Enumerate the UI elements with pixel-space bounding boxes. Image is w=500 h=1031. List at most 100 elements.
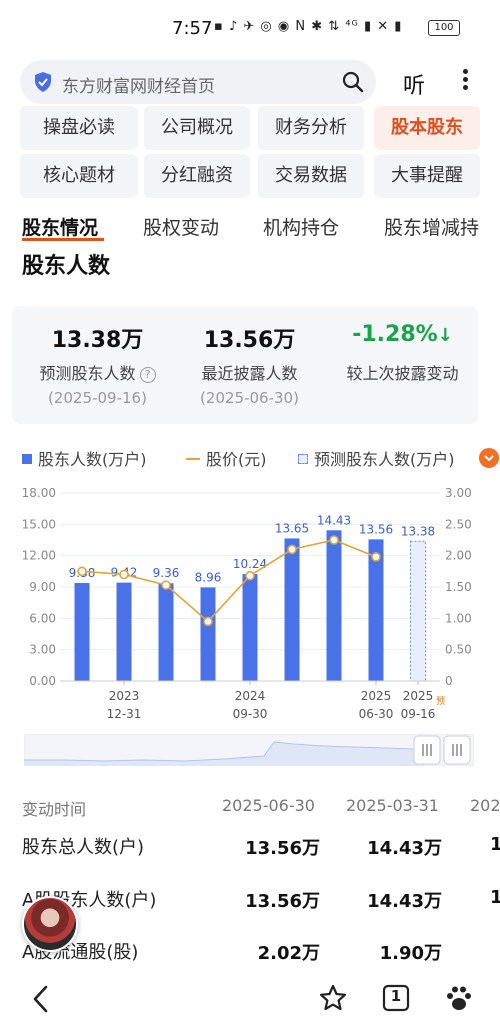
table-cell: 14.43万 [367,838,442,859]
tab-holder-change[interactable]: 股东增减持 [384,213,479,240]
category-events[interactable]: 大事提醒 [374,154,480,198]
status-icons: ▪ ♪ ✈ ◎ ◉ N ✱ ⇅ ⁴ᴳ ▮ ✕ ▮ [214,19,403,34]
bar-value-label: 13.56 [359,522,393,536]
range-navigator[interactable] [24,734,474,766]
table-cell: 2.02万 [257,943,320,964]
x-tick-label: 12-31 [107,707,142,721]
y-right-tick-label: 0 [445,674,453,688]
table-cell: 13.56万 [245,838,320,859]
shareholder-chart: 0.00 3.00 6.00 9.00 12.00 15.00 18.00 0 0.50 1.00… [22,486,472,721]
price-point [119,569,129,580]
tab-shareholder-status[interactable]: 股东情况 [22,213,98,240]
stat-change-label: 较上次披露变动 [346,364,459,383]
price-point [371,552,381,562]
tab-equity-change[interactable]: 股权变动 [143,213,219,240]
category-theme[interactable]: 核心题材 [20,154,138,198]
y-left-tick-label: 18.00 [22,486,56,500]
status-time: 7:57 [172,18,213,39]
status-bar: 7:57 ▪ ♪ ✈ ◎ ◉ N ✱ ⇅ ⁴ᴳ ▮ ✕ ▮ 100 [0,0,500,52]
price-point [203,616,213,627]
bar [116,582,132,681]
stats-card: 13.38万 预测股东人数? (2025-09-16) 13.56万 最近披露人… [12,306,478,424]
forecast-marker: 预 [436,696,445,707]
section-title: 股东人数 [22,254,111,279]
battery-icon: 100 [428,20,460,36]
y-right-tick-label: 1.50 [445,580,472,594]
search-bar[interactable]: 东方财富网财经首页 [20,60,376,104]
price-point [329,535,339,545]
table-header-col2: 2025-03-31 [346,796,439,815]
bottom-toolbar: 1 [0,968,500,1031]
y-right-tick-label: 2.00 [445,549,472,563]
stat-change: -1.28%↓ 较上次披露变动 [325,306,480,424]
star-icon[interactable] [318,983,348,1013]
stat-latest-value: 13.56万 [203,328,296,353]
expand-icon[interactable] [479,448,499,468]
stat-forecast: 13.38万 预测股东人数? (2025-09-16) [20,306,175,424]
legend-line[interactable]: 股价(元) [186,446,267,470]
stat-latest-label: 最近披露人数 [201,364,298,383]
table-cell: 14.43万 [367,891,442,912]
paw-icon[interactable] [444,983,474,1013]
bar [326,530,342,681]
x-tick-label: 2025 [361,689,392,703]
x-tick-label: 2024 [235,689,266,703]
listen-button[interactable]: 听 [403,68,425,100]
price-point [245,570,255,581]
y-right-tick-label: 1.00 [445,611,472,625]
y-left-tick-label: 9.00 [29,580,56,594]
bar [158,583,174,681]
stat-latest-date: (2025-06-30) [200,389,299,407]
bar [74,583,90,681]
floating-avatar[interactable] [22,896,78,952]
x-tick-label: 06-30 [359,707,394,721]
forecast-bar [410,540,426,682]
y-right-tick-label: 3.00 [445,486,472,500]
table-header-label: 变动时间 [22,800,87,819]
y-left-tick-label: 0.00 [29,674,56,688]
shield-icon [35,72,51,92]
y-left-tick-label: 6.00 [29,611,56,625]
price-point [161,580,171,590]
tab-count: 1 [390,987,402,1005]
forecast-value-label: 13.38 [401,524,435,538]
tab-institution[interactable]: 机构持仓 [263,213,339,240]
y-right-tick-label: 2.50 [445,517,472,531]
bar [284,538,300,681]
table-cell: 1.90万 [379,943,442,964]
category-company[interactable]: 公司概况 [144,106,250,150]
back-icon[interactable] [30,984,52,1014]
category-shareholders[interactable]: 股本股东 [374,106,480,150]
bar-value-label: 8.96 [195,570,222,584]
x-tick-label: 2025 [403,689,434,703]
category-trading[interactable]: 交易数据 [258,154,364,198]
table-header-col1: 2025-06-30 [222,796,315,815]
table-cell: 1 [490,887,500,908]
more-menu-icon[interactable] [455,66,475,96]
stat-forecast-value: 13.38万 [51,328,144,353]
bar-value-label: 14.43 [317,513,351,527]
active-tab-indicator [22,238,104,241]
stat-change-value: -1.28%↓ [352,322,453,347]
table-cell: 1 [490,834,500,855]
price-point [77,566,87,577]
x-tick-label: 09-16 [401,707,436,721]
category-caopan[interactable]: 操盘必读 [20,106,138,150]
stat-forecast-date: (2025-09-16) [48,389,147,407]
legend-bars[interactable]: 股东人数(万户) [22,446,147,470]
y-left-tick-label: 15.00 [22,517,56,531]
stat-latest: 13.56万 最近披露人数 (2025-06-30) [172,306,327,424]
bar [200,587,216,681]
category-finance[interactable]: 财务分析 [258,106,364,150]
bar-value-label: 13.65 [275,521,309,535]
stat-forecast-label: 预测股东人数? [20,360,175,384]
bar-value-label: 9.36 [153,566,180,580]
y-left-tick-label: 3.00 [29,643,56,657]
price-point [287,544,297,555]
help-icon[interactable]: ? [139,367,156,383]
search-icon[interactable] [342,71,364,93]
category-dividend[interactable]: 分红融资 [144,154,250,198]
table-header-col3: 202 [470,796,500,815]
legend-forecast[interactable]: 预测股东人数(万户) [298,446,455,470]
x-tick-label: 09-30 [233,707,268,721]
